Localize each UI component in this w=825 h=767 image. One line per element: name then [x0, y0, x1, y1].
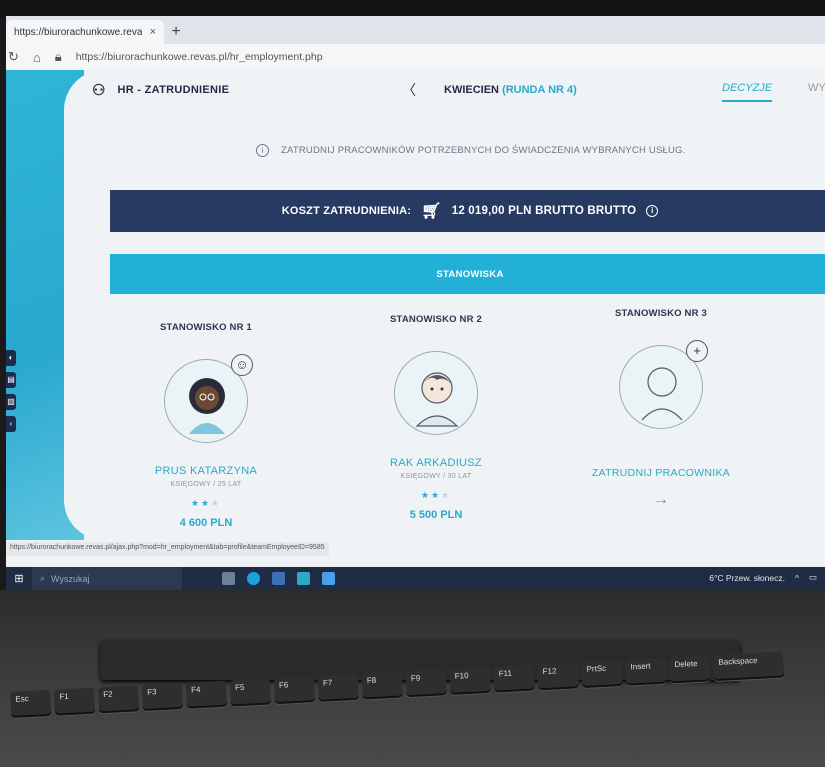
address-bar: ↻ ⌂ 🔒︎ https://biurorachunkowe.revas.pl/… [6, 44, 825, 70]
refresh-icon[interactable]: ↻ [8, 49, 19, 65]
slot-label: STANOWISKO NR 2 [389, 314, 483, 325]
stars-filled: ★★ [420, 490, 442, 500]
system-tray: 6°C Przew. słonecz. ^ ▭ [709, 572, 817, 583]
taskbar: ⊞ ⌕ Wyszukaj 6°C Przew. słonecz. ^ ▭ [6, 567, 825, 590]
employee-salary: 5 500 PLN [409, 509, 463, 521]
employee-salary: 4 600 PLN [179, 517, 233, 529]
key[interactable]: F2 [97, 685, 140, 714]
info-icon: i [256, 144, 269, 157]
slot-label: STANOWISKO NR 1 [159, 322, 253, 333]
side-button-3[interactable]: ▧ [6, 394, 16, 410]
key[interactable]: Delete [669, 655, 711, 684]
stars-empty: ★ [441, 490, 452, 500]
neutral-face-icon[interactable]: ☺ [231, 354, 253, 376]
users-icon: ⚇ [92, 82, 106, 99]
cost-bar: KOSZT ZATRUDNIENIA: 🛒︎ 12 019,00 PLN BRU… [110, 190, 825, 232]
person-icon [189, 378, 225, 434]
round-label: (RUNDA NR 4) [502, 84, 577, 96]
battery-icon[interactable]: ▭ [809, 572, 817, 583]
windows-start-icon[interactable]: ⊞ [6, 572, 32, 585]
side-button-2[interactable]: ▤ [6, 372, 16, 388]
browser-tab[interactable]: https://biurorachunkowe.revas.p × [6, 20, 164, 44]
position-slot-1[interactable]: STANOWISKO NR 1 ☺ PRUS KATARZYNA KSIĘGOW… [106, 322, 306, 529]
empty-avatar[interactable]: + [619, 340, 708, 429]
arrow-right-icon[interactable]: → [561, 491, 761, 509]
weather-widget[interactable]: 6°C Przew. słonecz. [709, 573, 785, 583]
key[interactable]: F11 [493, 664, 535, 693]
task-view-icon[interactable] [222, 572, 235, 585]
lock-icon: 🔒︎ [54, 49, 62, 64]
employee-avatar[interactable] [394, 351, 478, 435]
close-tab-icon[interactable]: × [150, 26, 156, 38]
key[interactable]: F12 [537, 662, 579, 691]
decorative-panel [6, 70, 104, 540]
chevron-left-icon[interactable]: ‹ [6, 416, 16, 432]
key[interactable]: F9 [405, 669, 447, 698]
side-button-1[interactable]: ◐ [6, 350, 16, 366]
person-icon [415, 372, 459, 427]
chevron-left-icon[interactable]: 〈 [402, 80, 416, 100]
key[interactable]: Esc [10, 689, 52, 718]
employee-name: PRUS KATARZYNA [154, 465, 258, 477]
mail-icon[interactable] [322, 572, 335, 585]
employee-role: KSIĘGOWY / 30 LAT [400, 473, 472, 480]
employee-role: KSIĘGOWY / 25 LAT [170, 481, 242, 488]
slot-label: STANOWISKO NR 3 [614, 308, 708, 319]
section-header: STANOWISKA [110, 254, 825, 294]
top-navigation: ⚇ HR - ZATRUDNIENIE 〈 KWIECIEN (RUNDA NR… [92, 70, 825, 110]
position-slot-2[interactable]: STANOWISKO NR 2 RAK ARKADIUSZ KSIĘGOWY /… [336, 314, 536, 521]
rating-stars: ★★★ [336, 490, 536, 501]
key[interactable]: Insert [625, 657, 667, 686]
new-tab-button[interactable]: + [164, 20, 188, 44]
key[interactable]: F1 [53, 687, 96, 716]
hire-employee-link[interactable]: ZATRUDNIJ PRACOWNIKA [561, 467, 761, 479]
tab-decyzje[interactable]: DECYZJE [722, 82, 773, 102]
search-icon: ⌕ [40, 573, 46, 583]
employee-name: RAK ARKADIUSZ [390, 457, 482, 469]
key[interactable]: F6 [273, 676, 315, 705]
rating-stars: ★★★ [106, 498, 306, 509]
explorer-icon[interactable] [272, 572, 285, 585]
taskbar-search[interactable]: ⌕ Wyszukaj [32, 567, 182, 590]
edge-icon[interactable] [247, 572, 260, 585]
side-toolbar: ◐ ▤ ▧ ‹ [6, 350, 18, 432]
info-text: ZATRUDNIJ PRACOWNIKÓW POTRZEBNYCH DO ŚWI… [281, 145, 686, 156]
position-slot-3[interactable]: STANOWISKO NR 3 + ZATRUDNIJ PRACOWNIKA → [561, 308, 761, 509]
key[interactable]: F10 [449, 666, 491, 695]
home-icon[interactable]: ⌂ [33, 50, 41, 65]
key[interactable]: F4 [185, 680, 228, 709]
key[interactable]: Backspace [713, 651, 785, 682]
stars-filled: ★★ [190, 498, 212, 508]
key[interactable]: F8 [361, 671, 403, 700]
chevron-up-icon[interactable]: ^ [795, 573, 799, 583]
laptop-screen: https://biurorachunkowe.revas.p × + ↻ ⌂ … [6, 16, 825, 590]
tab-next[interactable]: WY [808, 82, 825, 94]
search-placeholder: Wyszukaj [51, 573, 90, 584]
status-url: https://biurorachunkowe.revas.pl/ajax.ph… [6, 542, 329, 556]
stars-empty: ★ [211, 498, 222, 508]
plus-icon[interactable]: + [686, 340, 708, 362]
taskbar-apps [222, 572, 335, 585]
store-icon[interactable] [297, 572, 310, 585]
key[interactable]: F7 [317, 673, 359, 702]
key[interactable]: F3 [141, 682, 184, 712]
info-icon[interactable]: i [646, 205, 659, 217]
cost-label: KOSZT ZATRUDNIENIA: [281, 205, 412, 217]
browser-tabbar: https://biurorachunkowe.revas.p × + [6, 16, 825, 44]
tab-title: https://biurorachunkowe.revas.p [14, 26, 142, 38]
month-switcher: 〈 KWIECIEN (RUNDA NR 4) [402, 80, 577, 100]
key[interactable]: PrtSc [581, 659, 623, 689]
page-content: ◐ ▤ ▧ ‹ ⚇ HR - ZATRUDNIENIE 〈 KWIECIEN (… [6, 70, 825, 565]
month-label: KWIECIEN [444, 84, 499, 96]
cart-icon: 🛒︎ [421, 203, 442, 220]
url-field[interactable]: https://biurorachunkowe.revas.pl/hr_empl… [76, 51, 323, 63]
employee-avatar[interactable]: ☺ [164, 354, 253, 443]
key[interactable]: F5 [229, 678, 272, 707]
person-outline-icon [641, 367, 683, 421]
info-message: i ZATRUDNIJ PRACOWNIKÓW POTRZEBNYCH DO Ś… [256, 144, 685, 157]
cost-value: 12 019,00 PLN BRUTTO BRUTTO [451, 205, 637, 217]
page-title: HR - ZATRUDNIENIE [117, 84, 230, 96]
